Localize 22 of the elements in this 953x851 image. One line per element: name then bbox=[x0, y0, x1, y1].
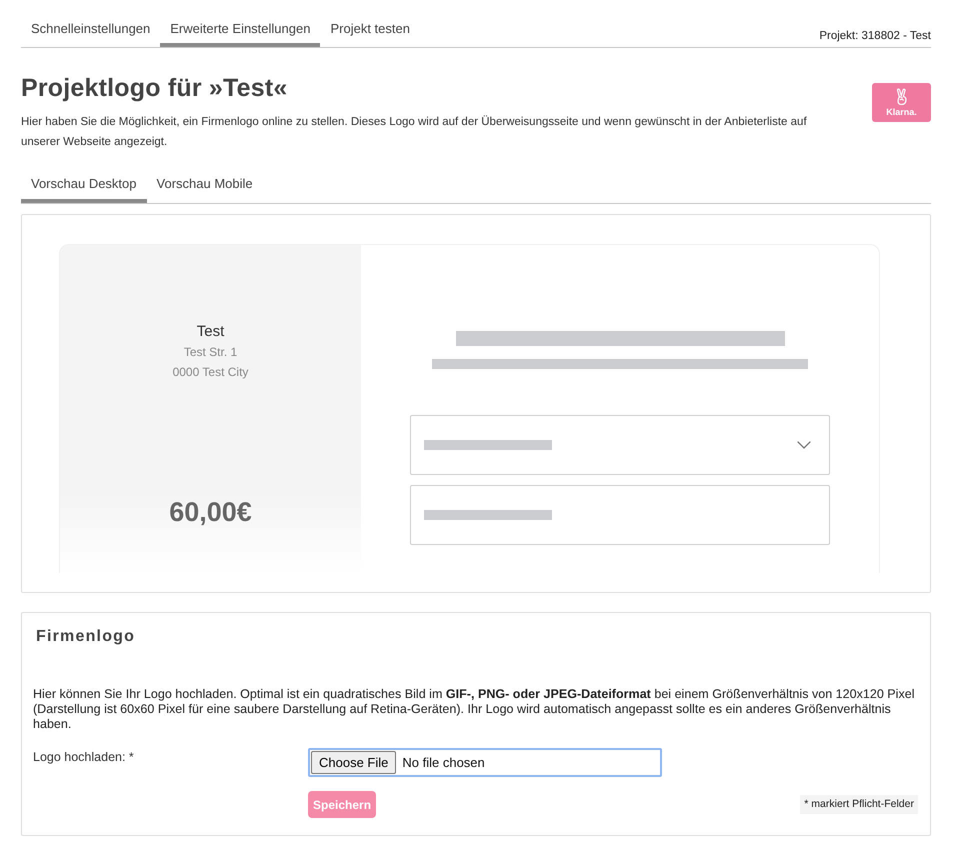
peace-hand-icon bbox=[894, 88, 908, 106]
required-fields-note: * markiert Pflicht-Felder bbox=[800, 795, 918, 814]
chevron-down-icon bbox=[797, 441, 811, 449]
amount-text: 60,00€ bbox=[169, 496, 252, 529]
choose-file-button[interactable]: Choose File bbox=[311, 751, 396, 774]
section-description: Hier können Sie Ihr Logo hochladen. Optimal ist ein quadratisches Bild im GIF-, PNG- oder JPEG-Dateiformat bei einem Größenverhältnis von 120x120 Pixel (Darstellung ist 60x60 Pixel für eine saubere Darstellung auf Retina-Geräten). Ihr Logo wird automatisch angepasst sollte es ein anderes Größenverhältnis haben. bbox=[33, 687, 916, 732]
page-title: Projektlogo für »Test« bbox=[21, 73, 288, 103]
merchant-name: Test bbox=[196, 322, 224, 342]
upload-label: Logo hochladen: * bbox=[33, 749, 135, 766]
merchant-city: 0000 Test City bbox=[172, 364, 248, 381]
merchant-street: Test Str. 1 bbox=[184, 344, 238, 361]
logo-text: Klarna. bbox=[886, 107, 917, 117]
file-status-text: No file chosen bbox=[402, 755, 485, 770]
project-label: Projekt: 318802 - Test bbox=[819, 30, 931, 44]
nav-tab[interactable]: Erweiterte Einstellungen bbox=[160, 16, 320, 47]
section-title: Firmenlogo bbox=[36, 627, 136, 647]
preview-tab[interactable]: Vorschau Mobile bbox=[146, 171, 263, 203]
file-input-field[interactable]: Choose File No file chosen bbox=[308, 748, 662, 777]
page-description: Hier haben Sie die Möglichkeit, ein Firmenlogo online zu stellen. Dieses Logo wird auf der Überweisungsseite und wenn gewünscht in der Anbieterliste auf unserer Webseite angezeigt. bbox=[21, 114, 808, 150]
nav-tab[interactable]: Schnelleinstellungen bbox=[21, 16, 160, 47]
preview-tab[interactable]: Vorschau Desktop bbox=[21, 171, 147, 203]
nav-tab[interactable]: Projekt testen bbox=[320, 16, 420, 47]
